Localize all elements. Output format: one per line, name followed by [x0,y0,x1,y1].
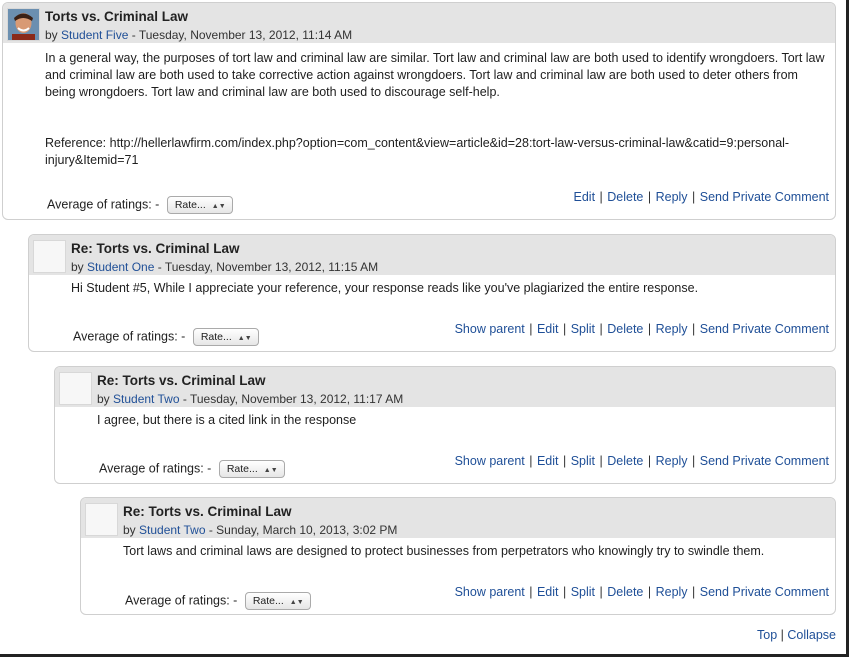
post-date: - Tuesday, November 13, 2012, 11:17 AM [179,392,404,406]
post-date: - Sunday, March 10, 2013, 3:02 PM [205,523,398,537]
rating-label: Average of ratings: - [99,461,212,476]
edit-link[interactable]: Edit [537,585,559,599]
rate-select[interactable]: Rate... ▲▼ [192,328,259,346]
send-private-comment-link[interactable]: Send Private Comment [700,454,829,468]
post-body: Hi Student #5, While I appreciate your r… [71,280,829,297]
post-date: - Tuesday, November 13, 2012, 11:14 AM [128,28,353,42]
rating-area: Average of ratings: - Rate... ▲▼ [99,460,285,478]
author-link[interactable]: Student Two [113,392,180,406]
post-body: I agree, but there is a cited link in th… [97,412,829,429]
post-commands: Edit | Delete | Reply | Send Private Com… [573,190,830,204]
user-avatar-photo[interactable] [7,8,40,41]
post-body: Tort laws and criminal laws are designed… [123,543,829,560]
edit-link[interactable]: Edit [537,322,559,336]
rate-select[interactable]: Rate... ▲▼ [166,196,233,214]
by-label: by [97,392,114,406]
rating-label: Average of ratings: - [125,593,238,608]
rating-area: Average of ratings: - Rate... ▲▼ [73,328,259,346]
send-private-comment-link[interactable]: Send Private Comment [700,585,829,599]
post-text: Tort laws and criminal laws are designed… [123,544,765,558]
split-link[interactable]: Split [571,454,595,468]
delete-link[interactable]: Delete [607,585,643,599]
thread-footer-links: Top | Collapse [757,628,836,642]
post-body: In a general way, the purposes of tort l… [45,50,829,169]
author-link[interactable]: Student Five [61,28,128,42]
send-private-comment-link[interactable]: Send Private Comment [700,322,829,336]
post-text: In a general way, the purposes of tort l… [45,51,825,99]
forum-post: Re: Torts vs. Criminal Law by Student Tw… [54,366,836,484]
show-parent-link[interactable]: Show parent [455,585,525,599]
show-parent-link[interactable]: Show parent [455,322,525,336]
post-title: Torts vs. Criminal Law [45,9,189,24]
by-label: by [71,260,88,274]
select-arrows-icon: ▲▼ [289,599,304,606]
rating-label: Average of ratings: - [73,329,186,344]
edit-link[interactable]: Edit [537,454,559,468]
reply-link[interactable]: Reply [656,190,688,204]
post-commands: Show parent | Edit | Split | Delete | Re… [454,454,829,468]
delete-link[interactable]: Delete [607,322,643,336]
rating-area: Average of ratings: - Rate... ▲▼ [125,592,311,610]
post-meta: by Student Two - Tuesday, November 13, 2… [97,392,403,406]
top-link[interactable]: Top [757,628,777,642]
show-parent-link[interactable]: Show parent [455,454,525,468]
reply-link[interactable]: Reply [656,454,688,468]
post-date: - Tuesday, November 13, 2012, 11:15 AM [154,260,379,274]
post-meta: by Student Two - Sunday, March 10, 2013,… [123,523,397,537]
default-avatar-icon[interactable] [85,503,118,536]
reply-link[interactable]: Reply [656,585,688,599]
forum-post: Re: Torts vs. Criminal Law by Student On… [28,234,836,352]
post-meta: by Student Five - Tuesday, November 13, … [45,28,352,42]
author-link[interactable]: Student One [87,260,154,274]
post-title: Re: Torts vs. Criminal Law [71,241,240,256]
forum-post: Re: Torts vs. Criminal Law by Student Tw… [80,497,836,615]
rate-select[interactable]: Rate... ▲▼ [218,460,285,478]
delete-link[interactable]: Delete [607,190,643,204]
delete-link[interactable]: Delete [607,454,643,468]
collapse-link[interactable]: Collapse [787,628,836,642]
rating-area: Average of ratings: - Rate... ▲▼ [47,196,233,214]
default-avatar-icon[interactable] [33,240,66,273]
post-text: I agree, but there is a cited link in th… [97,413,357,427]
rate-select[interactable]: Rate... ▲▼ [244,592,311,610]
post-reference: Reference: http://hellerlawfirm.com/inde… [45,136,790,167]
forum-post: Torts vs. Criminal Law by Student Five -… [2,2,836,220]
post-commands: Show parent | Edit | Split | Delete | Re… [454,585,829,599]
reply-link[interactable]: Reply [656,322,688,336]
by-label: by [123,523,140,537]
select-arrows-icon: ▲▼ [263,467,278,474]
post-title: Re: Torts vs. Criminal Law [97,373,266,388]
post-meta: by Student One - Tuesday, November 13, 2… [71,260,378,274]
by-label: by [45,28,62,42]
select-arrows-icon: ▲▼ [237,335,252,342]
select-arrows-icon: ▲▼ [211,203,226,210]
post-commands: Show parent | Edit | Split | Delete | Re… [454,322,829,336]
rating-label: Average of ratings: - [47,197,160,212]
split-link[interactable]: Split [571,585,595,599]
post-title: Re: Torts vs. Criminal Law [123,504,292,519]
post-text: Hi Student #5, While I appreciate your r… [71,281,699,295]
split-link[interactable]: Split [571,322,595,336]
author-link[interactable]: Student Two [139,523,206,537]
send-private-comment-link[interactable]: Send Private Comment [700,190,829,204]
default-avatar-icon[interactable] [59,372,92,405]
edit-link[interactable]: Edit [574,190,596,204]
